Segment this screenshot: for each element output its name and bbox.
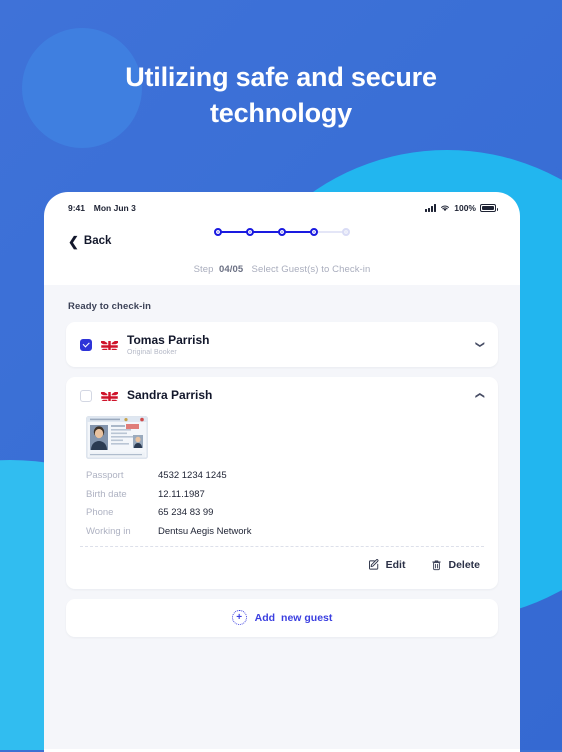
plus-circle-icon: + — [231, 610, 247, 625]
add-new-guest-button[interactable]: + Add new guest — [66, 598, 498, 637]
step-caption-text: Select Guest(s) to Check-in — [251, 264, 371, 275]
step-caption-number: 04/05 — [219, 264, 244, 275]
field-value: 65 234 83 99 — [158, 507, 214, 518]
delete-button[interactable]: Delete — [431, 559, 480, 571]
field-row: Passport 4532 1234 1245 — [86, 470, 484, 481]
guest-name-block: Tomas Parrish Original Booker — [127, 333, 209, 356]
guest-card-tomas[interactable]: Tomas Parrish Original Booker ❯ — [66, 322, 498, 367]
battery-icon — [480, 204, 498, 212]
add-new-guest-label: Add new guest — [255, 612, 333, 624]
field-label: Birth date — [86, 488, 127, 500]
add-label-part1: Add — [254, 611, 276, 624]
step-dot-1[interactable] — [214, 228, 222, 236]
chevron-down-icon[interactable]: ❯ — [475, 341, 486, 349]
trash-icon — [432, 560, 442, 570]
edit-pencil-icon — [368, 558, 379, 570]
field-label: Working in — [86, 525, 131, 537]
edit-label: Edit — [385, 558, 406, 571]
step-dot-2[interactable] — [246, 228, 254, 236]
step-line-2 — [253, 230, 279, 234]
guest-header[interactable]: Tomas Parrish Original Booker ❯ — [66, 322, 498, 367]
status-bar-right: 100% — [425, 203, 498, 213]
guest-checkbox-tomas[interactable] — [80, 338, 92, 351]
field-row: Working in Dentsu Aegis Network — [86, 526, 484, 537]
guest-card-sandra[interactable]: Sandra Parrish ❮ Passport 4532 1234 1245… — [66, 377, 498, 589]
chevron-up-icon[interactable]: ❮ — [475, 392, 486, 400]
uk-flag-icon — [101, 390, 118, 401]
phone-mockup: 9:41 Mon Jun 3 100% ❮ Back Step 04/05 Se… — [44, 192, 520, 752]
field-value: 4532 1234 1245 — [158, 470, 227, 481]
nav-row: ❮ Back — [44, 218, 520, 256]
app-content: Ready to check-in Tomas Parrish Original… — [44, 285, 520, 749]
status-bar-left: 9:41 Mon Jun 3 — [68, 203, 136, 213]
guest-name: Sandra Parrish — [127, 388, 213, 402]
guest-subtitle: Original Booker — [127, 349, 177, 356]
wifi-icon — [441, 205, 450, 212]
step-caption-prefix: Step — [193, 264, 214, 275]
step-caption: Step 04/05 Select Guest(s) to Check-in — [44, 256, 520, 285]
marketing-headline: Utilizing safe and secure technology — [125, 62, 437, 128]
step-dot-5[interactable] — [342, 228, 350, 236]
back-button[interactable]: ❮ Back — [68, 235, 111, 248]
back-label: Back — [83, 235, 112, 247]
status-date: Mon Jun 3 — [93, 203, 136, 213]
step-line-4 — [317, 230, 343, 234]
edit-button[interactable]: Edit — [368, 558, 406, 571]
field-label: Phone — [86, 507, 114, 518]
battery-percent-label: 100% — [454, 203, 476, 213]
guest-detail-panel: Passport 4532 1234 1245 Birth date 12.11… — [66, 416, 498, 589]
field-row: Phone 65 234 83 99 — [86, 507, 484, 518]
field-value: 12.11.1987 — [158, 488, 205, 500]
step-dot-4[interactable] — [310, 228, 318, 236]
delete-label: Delete — [448, 558, 480, 571]
field-row: Birth date 12.11.1987 — [86, 489, 484, 500]
chevron-left-icon: ❮ — [68, 233, 79, 249]
step-line-1 — [221, 230, 247, 234]
add-label-part2: new guest — [281, 611, 333, 624]
field-value: Dentsu Aegis Network — [158, 525, 252, 537]
signal-bars-icon — [425, 204, 437, 212]
guest-header[interactable]: Sandra Parrish ❮ — [66, 377, 498, 414]
section-title: Ready to check-in — [68, 301, 152, 312]
guest-checkbox-sandra[interactable] — [80, 389, 92, 402]
status-bar: 9:41 Mon Jun 3 100% — [44, 192, 520, 218]
guest-actions: Edit Delete — [80, 547, 484, 583]
guest-fields: Passport 4532 1234 1245 Birth date 12.11… — [80, 470, 484, 537]
field-label: Passport — [86, 470, 124, 481]
passport-id-card-photo[interactable] — [86, 416, 148, 459]
guest-name: Tomas Parrish — [127, 333, 210, 347]
step-line-3 — [285, 230, 311, 234]
status-time: 9:41 — [68, 203, 86, 213]
uk-flag-icon — [101, 339, 118, 350]
step-progress-indicator — [44, 228, 520, 236]
step-dot-3[interactable] — [278, 228, 286, 236]
